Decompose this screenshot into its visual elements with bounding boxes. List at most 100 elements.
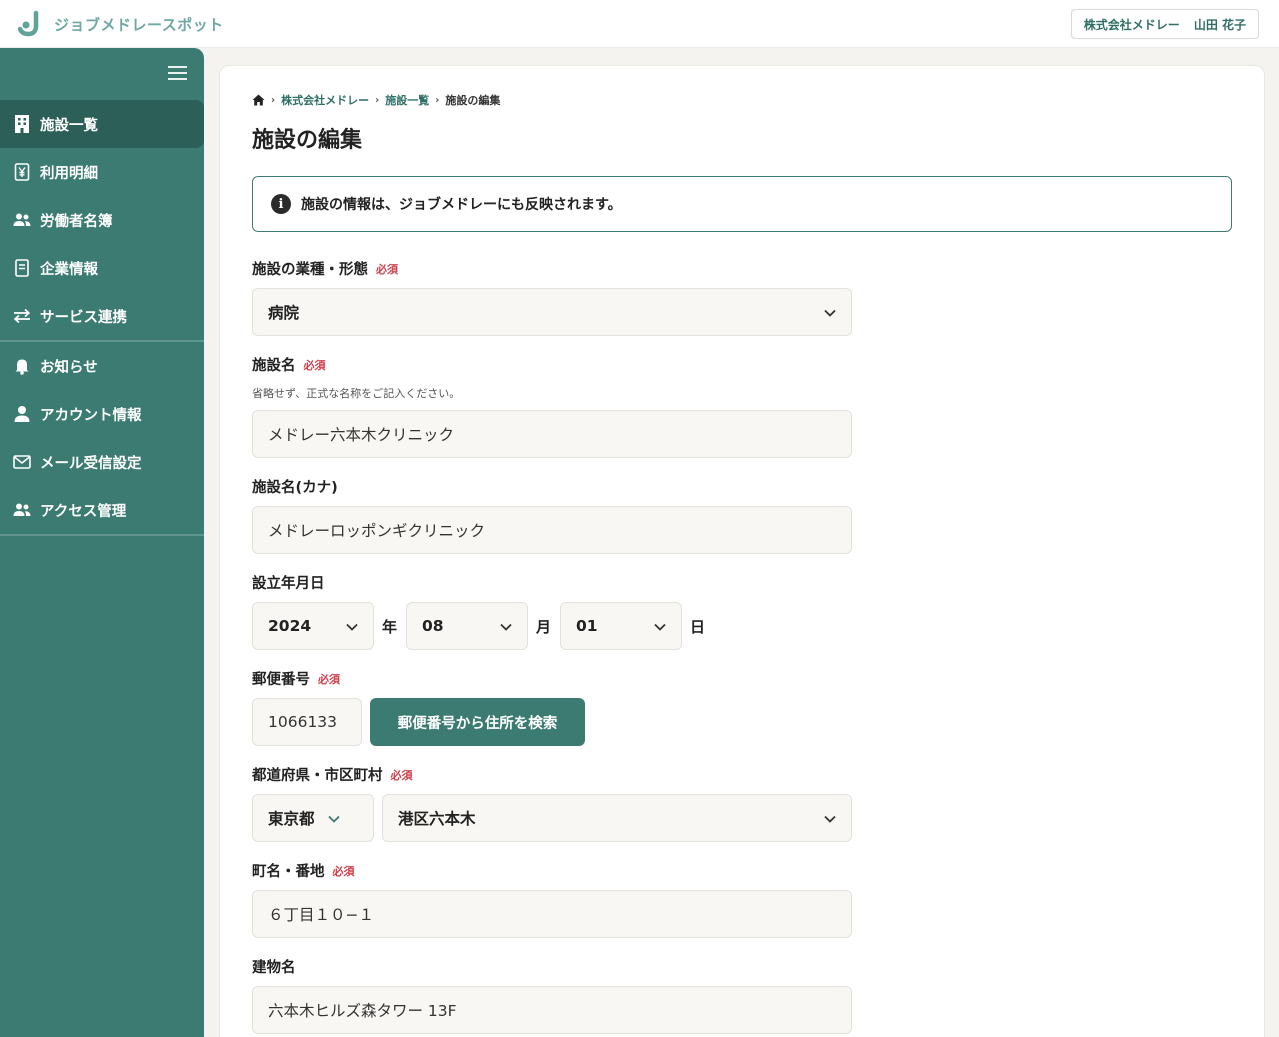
app-header: ジョブメドレースポット 株式会社メドレー 山田 花子: [0, 0, 1279, 48]
chevron-down-icon: [346, 623, 358, 631]
chevron-down-icon: [824, 815, 836, 823]
sidebar-item-access-management[interactable]: アクセス管理: [0, 486, 204, 534]
sidebar-item-label: アカウント情報: [40, 407, 142, 424]
sidebar-item-facilities[interactable]: 施設一覧: [0, 100, 204, 148]
facility-name-kana-input[interactable]: メドレーロッポンギクリニック: [252, 506, 852, 554]
breadcrumb: › 株式会社メドレー › 施設一覧 › 施設の編集: [252, 92, 500, 108]
established-year-select[interactable]: 2024: [252, 602, 374, 650]
facility-name-kana-value: メドレーロッポンギクリニック: [268, 522, 486, 540]
required-badge: 必須: [376, 262, 398, 276]
street-input[interactable]: ６丁目１０−１: [252, 890, 852, 938]
street-value: ６丁目１０−１: [268, 906, 374, 924]
prefecture-value: 東京都: [268, 810, 315, 828]
building-input[interactable]: 六本木ヒルズ森タワー 13F: [252, 986, 852, 1034]
sidebar-item-label: メール受信設定: [40, 455, 142, 472]
prefecture-city-label: 都道府県・市区町村 必須: [252, 764, 413, 785]
account-user-name: 山田 花子: [1193, 17, 1246, 32]
sidebar-item-account-info[interactable]: アカウント情報: [0, 390, 204, 438]
logo[interactable]: ジョブメドレースポット: [18, 10, 224, 38]
notice-text: 施設の情報は、ジョブメドレーにも反映されます。: [301, 197, 622, 213]
logo-mark-icon: [18, 10, 39, 37]
established-month-select[interactable]: 08: [406, 602, 528, 650]
building-value: 六本木ヒルズ森タワー 13F: [268, 1002, 457, 1020]
yen-receipt-icon: [13, 163, 31, 181]
building-icon: [13, 115, 31, 133]
sidebar-item-label: サービス連携: [40, 309, 127, 326]
account-company: 株式会社メドレー: [1083, 17, 1180, 32]
breadcrumb-facilities[interactable]: 施設一覧: [385, 92, 429, 108]
users-icon: [13, 501, 31, 519]
facility-name-value: メドレー六本木クリニック: [268, 426, 455, 444]
business-type-label: 施設の業種・形態 必須: [252, 258, 398, 279]
postal-code-input[interactable]: 1066133: [252, 698, 362, 746]
sidebar-item-label: 施設一覧: [40, 117, 98, 134]
postal-search-button[interactable]: 郵便番号から住所を検索: [370, 698, 585, 746]
breadcrumb-company[interactable]: 株式会社メドレー: [281, 92, 369, 108]
postal-code-label-text: 郵便番号: [252, 672, 310, 688]
home-icon[interactable]: [252, 94, 265, 106]
facility-name-label: 施設名 必須: [252, 354, 326, 375]
users-icon: [13, 211, 31, 229]
sidebar-item-mail-settings[interactable]: メール受信設定: [0, 438, 204, 486]
chevron-down-icon: [824, 309, 836, 317]
facility-name-input[interactable]: メドレー六本木クリニック: [252, 410, 852, 458]
building-label-text: 建物名: [252, 960, 296, 976]
sidebar-item-service-integration[interactable]: サービス連携: [0, 292, 204, 340]
prefecture-select[interactable]: 東京都: [252, 794, 374, 842]
city-select[interactable]: 港区六本木: [382, 794, 852, 842]
day-unit: 日: [690, 618, 706, 636]
established-date-label: 設立年月日: [252, 572, 325, 593]
logo-text: ジョブメドレースポット: [54, 15, 224, 34]
established-month-value: 08: [422, 617, 444, 635]
sidebar-item-usage-details[interactable]: 利用明細: [0, 148, 204, 196]
business-type-value: 病院: [268, 304, 300, 322]
info-notice: i 施設の情報は、ジョブメドレーにも反映されます。: [252, 176, 1232, 232]
sidebar-item-notifications[interactable]: お知らせ: [0, 342, 204, 390]
sidebar-item-worker-roster[interactable]: 労働者名簿: [0, 196, 204, 244]
sidebar-item-label: 企業情報: [40, 261, 98, 278]
required-badge: 必須: [318, 672, 340, 686]
breadcrumb-separator-icon: ›: [271, 94, 276, 106]
sidebar-item-label: アクセス管理: [40, 503, 127, 520]
street-label-text: 町名・番地: [252, 864, 325, 880]
sidebar: 施設一覧 利用明細 労働者名簿 企業情報 サービス連携 お知らせ アカウント情報…: [0, 48, 204, 1037]
account-menu-button[interactable]: 株式会社メドレー 山田 花子: [1070, 9, 1259, 39]
established-date-label-text: 設立年月日: [252, 576, 325, 592]
facility-name-kana-label-text: 施設名(カナ): [252, 480, 338, 496]
sidebar-item-label: 労働者名簿: [40, 213, 113, 230]
sidebar-item-label: 利用明細: [40, 165, 98, 182]
main-card: › 株式会社メドレー › 施設一覧 › 施設の編集 施設の編集 i 施設の情報は…: [219, 65, 1265, 1037]
swap-arrows-icon: [13, 307, 31, 325]
sidebar-divider: [0, 534, 204, 536]
postal-code-value: 1066133: [268, 713, 338, 731]
month-unit: 月: [536, 618, 552, 636]
info-icon: i: [271, 194, 291, 214]
chevron-down-icon: [328, 815, 340, 823]
building-label: 建物名: [252, 956, 296, 977]
mail-icon: [13, 453, 31, 471]
breadcrumb-separator-icon: ›: [375, 94, 380, 106]
business-type-select[interactable]: 病院: [252, 288, 852, 336]
sidebar-item-label: お知らせ: [40, 359, 98, 376]
required-badge: 必須: [303, 358, 326, 372]
hamburger-menu-icon[interactable]: [168, 66, 187, 80]
document-icon: [13, 259, 31, 277]
established-year-value: 2024: [268, 617, 312, 635]
established-day-select[interactable]: 01: [560, 602, 682, 650]
required-badge: 必須: [332, 864, 355, 878]
bell-icon: [13, 357, 31, 375]
facility-name-label-text: 施設名: [252, 358, 296, 374]
facility-name-kana-label: 施設名(カナ): [252, 476, 338, 497]
city-value: 港区六本木: [398, 810, 476, 828]
person-icon: [13, 405, 31, 423]
facility-name-hint: 省略せず、正式な名称をご記入ください。: [252, 387, 461, 400]
required-badge: 必須: [390, 768, 413, 782]
sidebar-nav: 施設一覧 利用明細 労働者名簿 企業情報 サービス連携 お知らせ アカウント情報…: [0, 100, 204, 536]
sidebar-item-company-info[interactable]: 企業情報: [0, 244, 204, 292]
business-type-label-text: 施設の業種・形態: [252, 262, 368, 278]
breadcrumb-current: 施設の編集: [445, 94, 501, 107]
chevron-down-icon: [654, 623, 666, 631]
street-label: 町名・番地 必須: [252, 860, 355, 881]
breadcrumb-separator-icon: ›: [435, 94, 440, 106]
year-unit: 年: [382, 618, 398, 636]
